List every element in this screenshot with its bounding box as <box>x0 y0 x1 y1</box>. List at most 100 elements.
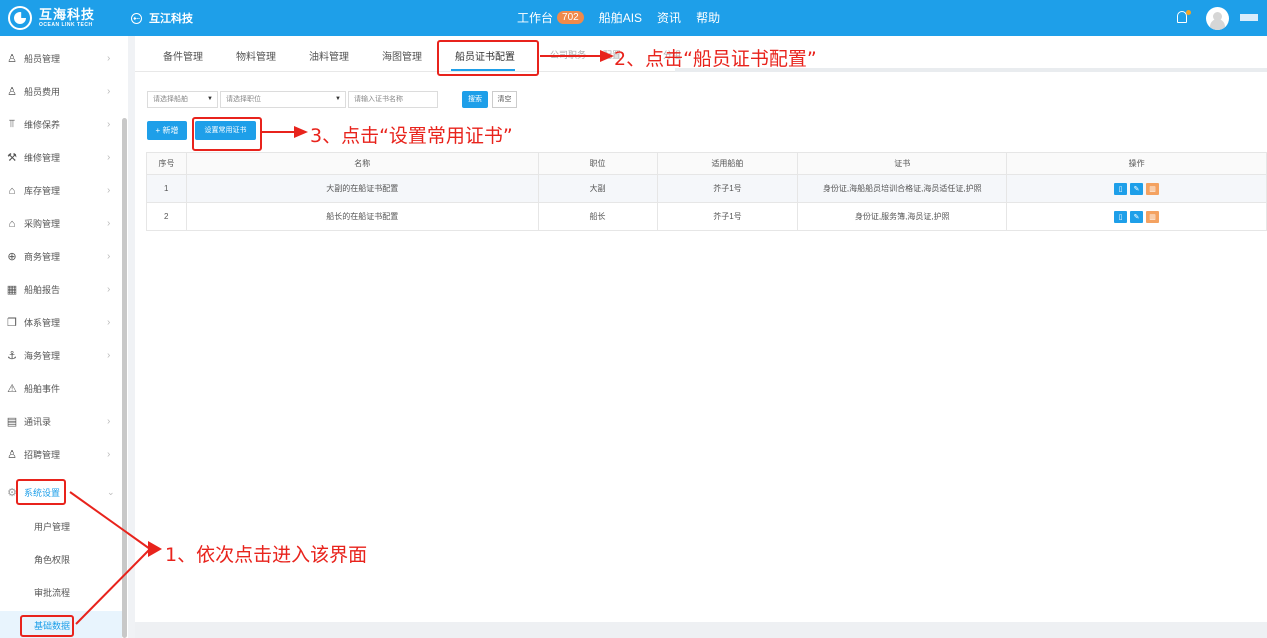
chevron-right-icon: › <box>107 284 111 295</box>
caret-down-icon: ▼ <box>335 96 341 102</box>
sidebar-item-label: 体系管理 <box>24 318 61 328</box>
user-avatar[interactable] <box>1206 7 1229 30</box>
tab-materials[interactable]: 物料管理 <box>236 48 276 63</box>
sidebar-item-label: 审批流程 <box>34 588 71 598</box>
company-name: 互江科技 <box>149 13 193 25</box>
row-certs: 身份证,海船船员培训合格证,海员适任证,护照 <box>797 174 1008 203</box>
sidebar-item-label: 招聘管理 <box>24 450 61 460</box>
delete-icon[interactable]: ▥ <box>1146 210 1160 223</box>
delete-icon[interactable]: ▥ <box>1146 182 1160 195</box>
position-select[interactable]: 请选择职位 ▼ <box>220 91 346 108</box>
tab-charts[interactable]: 海图管理 <box>382 48 422 63</box>
tab-spare-parts[interactable]: 备件管理 <box>163 48 203 63</box>
sidebar-item-label: 角色权限 <box>34 555 71 565</box>
sidebar-item-label: 通讯录 <box>24 417 52 427</box>
footer-strip <box>135 622 1267 638</box>
nav-news[interactable]: 资讯 <box>657 9 681 26</box>
contacts-icon: ▤ <box>6 416 18 428</box>
nav-ship-ais[interactable]: 船舶AIS <box>599 9 642 26</box>
wrench-icon: ⫪ <box>8 118 16 130</box>
chevron-right-icon: › <box>107 152 111 163</box>
ship-select[interactable]: 请选择船舶 ▼ <box>147 91 218 108</box>
row-certs: 身份证,服务簿,海员证,护照 <box>797 202 1008 231</box>
col-index-header: 序号 <box>146 152 187 175</box>
sidebar-item-inventory[interactable]: ⌂ 库存管理 › <box>0 174 128 207</box>
sidebar-item-ship-report[interactable]: ▦ 船舶报告 › <box>0 273 128 306</box>
sidebar: ♙ 船员管理 › ♙ 船员费用 › ⫪ 维修保养 › ⚒ 维修管理 › ⌂ 库存… <box>0 36 128 638</box>
search-button[interactable]: 搜索 <box>462 91 488 108</box>
edit-icon[interactable]: ✎ <box>1130 210 1144 223</box>
row-position: 船长 <box>537 202 658 231</box>
row-index: 1 <box>146 174 187 203</box>
sidebar-item-crew[interactable]: ♙ 船员管理 › <box>0 42 128 75</box>
sidebar-subitem-approval[interactable]: 审批流程 <box>0 576 128 609</box>
sidebar-item-label: 维修保养 <box>24 120 61 130</box>
top-nav: 工作台 702 船舶AIS 资讯 帮助 <box>517 9 735 26</box>
logo-title: 互海科技 <box>39 7 96 22</box>
tab-oil[interactable]: 油料管理 <box>309 48 349 63</box>
add-button[interactable]: + 新增 <box>147 121 187 140</box>
position-select-placeholder: 请选择职位 <box>226 96 261 103</box>
logo[interactable]: 互海科技 OCEAN LINK TECH <box>8 5 95 31</box>
sidebar-item-repair[interactable]: ⚒ 维修管理 › <box>0 141 128 174</box>
row-name: 船长的在船证书配置 <box>185 202 539 231</box>
sidebar-item-system-mgmt[interactable]: ❐ 体系管理 › <box>0 306 128 339</box>
row-position: 大副 <box>537 174 658 203</box>
sidebar-item-ship-event[interactable]: ⚠ 船舶事件 <box>0 372 128 405</box>
sidebar-item-crew-cost[interactable]: ♙ 船员费用 › <box>0 75 128 108</box>
sidebar-scrollbar[interactable] <box>122 118 127 638</box>
sidebar-item-label: 船舶事件 <box>24 384 61 394</box>
logo-icon <box>8 6 32 30</box>
tab-company-position[interactable]: 公司职务 <box>550 48 586 61</box>
col-position-header: 职位 <box>537 152 658 175</box>
person-icon: ♙ <box>7 449 17 461</box>
annotation-step3: 3、点击“设置常用证书” <box>310 125 513 147</box>
view-icon[interactable]: ▯ <box>1114 210 1128 223</box>
highlight-box-set-common-button <box>192 117 262 151</box>
sidebar-item-label: 船员管理 <box>24 54 61 64</box>
row-ship: 芥子1号 <box>656 174 799 203</box>
sidebar-item-contacts[interactable]: ▤ 通讯录 › <box>0 405 128 438</box>
nav-help[interactable]: 帮助 <box>696 9 720 26</box>
tool-icon: ⚒ <box>7 152 17 164</box>
sidebar-item-marine[interactable]: ⚓ 海务管理 › <box>0 339 128 372</box>
logo-subtitle: OCEAN LINK TECH <box>39 22 93 28</box>
chevron-right-icon: › <box>107 350 111 361</box>
col-ship-header: 适用船舶 <box>656 152 799 175</box>
chevron-right-icon: › <box>107 416 111 427</box>
sidebar-item-label: 船员费用 <box>24 87 61 97</box>
cert-name-input[interactable]: 请输入证书名称 <box>348 91 438 108</box>
sidebar-item-purchase[interactable]: ⌂ 采购管理 › <box>0 207 128 240</box>
company-switcher[interactable]: ⇠ 互江科技 <box>131 10 193 26</box>
sidebar-item-business[interactable]: ⊕ 商务管理 › <box>0 240 128 273</box>
sidebar-subitem-users[interactable]: 用户管理 <box>0 510 128 543</box>
view-icon[interactable]: ▯ <box>1114 182 1128 195</box>
filter-bar: 请选择船舶 ▼ 请选择职位 ▼ 请输入证书名称 <box>147 91 438 108</box>
sidebar-item-maintenance[interactable]: ⫪ 维修保养 › <box>0 108 128 141</box>
sidebar-item-recruit[interactable]: ♙ 招聘管理 › <box>0 438 128 471</box>
box-icon: ⌂ <box>8 184 16 197</box>
nav-workbench[interactable]: 工作台 <box>517 9 553 26</box>
sidebar-item-label: 船舶报告 <box>24 285 61 295</box>
row-actions: ▯ ✎ ▥ <box>1006 174 1267 203</box>
chevron-right-icon: › <box>107 251 111 262</box>
col-certs-header: 证书 <box>797 152 1008 175</box>
cert-config-table: 序号 名称 职位 适用船舶 证书 操作 1 大副的在船证书配置 大副 芥子1号 … <box>146 152 1267 231</box>
chevron-right-icon: › <box>107 53 111 64</box>
switch-icon: ⇠ <box>131 12 142 24</box>
clear-button[interactable]: 清空 <box>492 91 517 108</box>
highlight-box-settings <box>16 479 66 505</box>
globe-icon: ⊕ <box>7 251 17 263</box>
row-ship: 芥子1号 <box>656 202 799 231</box>
username-placeholder[interactable] <box>1240 14 1258 21</box>
chevron-right-icon: › <box>107 119 111 130</box>
sidebar-subitem-roles[interactable]: 角色权限 <box>0 543 128 576</box>
chevron-right-icon: › <box>107 218 111 229</box>
person-icon: ♙ <box>7 53 17 65</box>
chevron-down-icon: ⌄ <box>107 487 115 497</box>
chevron-right-icon: › <box>107 86 111 97</box>
edit-icon[interactable]: ✎ <box>1130 182 1144 195</box>
table-row: 2 船长的在船证书配置 船长 芥子1号 身份证,服务簿,海员证,护照 ▯ ✎ ▥ <box>146 202 1267 231</box>
col-actions-header: 操作 <box>1006 152 1267 175</box>
anchor-icon: ⚓ <box>7 350 17 362</box>
